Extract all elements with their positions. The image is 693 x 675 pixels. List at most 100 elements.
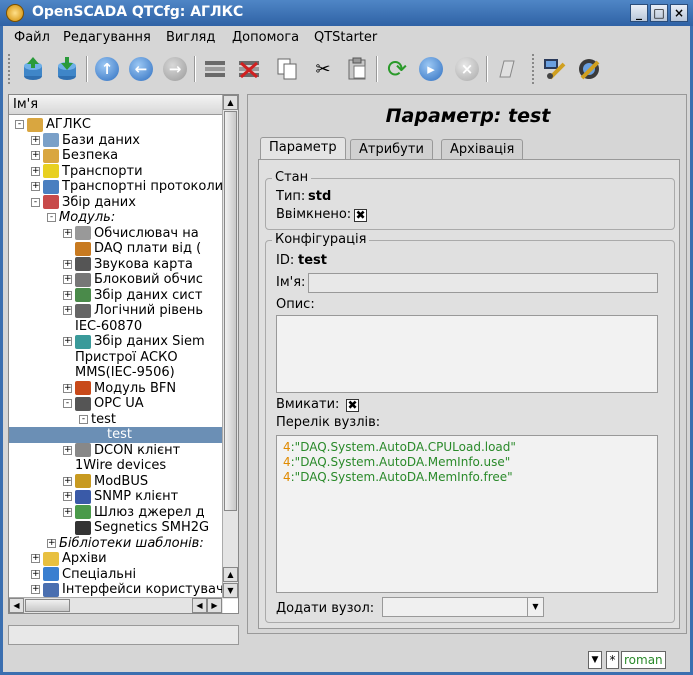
refresh-icon[interactable]: ⟳ — [382, 54, 412, 84]
tab-parameter[interactable]: Параметр — [260, 137, 346, 161]
status-user[interactable]: roman — [621, 651, 666, 669]
collapse-icon[interactable]: - — [31, 197, 40, 207]
tree-item[interactable]: + Обчислювач на — [63, 226, 199, 242]
tree-item[interactable]: Segnetics SMH2G — [63, 520, 209, 536]
tree-item[interactable]: + Бази даних — [31, 133, 140, 149]
tree-item[interactable]: + Звукова карта — [63, 257, 193, 273]
tree-item[interactable]: + SNMP клієнт — [63, 489, 178, 505]
tree-hscroll-thumb[interactable] — [25, 599, 70, 612]
description-textarea[interactable] — [276, 315, 658, 393]
expand-icon[interactable]: + — [31, 569, 40, 579]
enabled-checkbox[interactable]: ✖ — [354, 209, 367, 222]
expand-icon[interactable]: + — [63, 290, 72, 300]
tree-item[interactable]: + Архіви — [31, 551, 107, 567]
tree-item[interactable]: + Спеціальні — [31, 567, 136, 583]
tree-item[interactable]: + DCON клієнт — [63, 443, 180, 459]
item-add-icon[interactable] — [200, 54, 230, 84]
collapse-icon[interactable]: - — [79, 414, 88, 424]
minimize-button[interactable]: _ — [630, 4, 648, 22]
menu-qtstarter[interactable]: QTStarter — [314, 30, 377, 45]
db-load-icon[interactable] — [18, 54, 48, 84]
name-input[interactable] — [308, 273, 658, 293]
tree-item[interactable]: + Збір даних Siem — [63, 334, 205, 350]
expand-icon[interactable]: + — [63, 445, 72, 455]
collapse-icon[interactable]: - — [63, 399, 72, 408]
cut-icon[interactable]: ✂ — [308, 54, 338, 84]
tab-archiving[interactable]: Архівація — [441, 139, 524, 160]
expand-icon[interactable]: + — [31, 151, 40, 160]
collapse-icon[interactable]: - — [47, 213, 56, 222]
nodes-list[interactable]: 4:"DAQ.System.AutoDA.CPULoad.load" 4:"DA… — [276, 435, 658, 593]
node-item[interactable]: 4:"DAQ.System.AutoDA.MemInfo.free" — [283, 470, 513, 484]
chevron-down-icon[interactable]: ▼ — [527, 598, 543, 616]
back-icon[interactable]: ← — [126, 54, 156, 84]
expand-icon[interactable]: + — [63, 259, 72, 269]
maximize-button[interactable]: □ — [650, 4, 668, 22]
item-delete-icon[interactable] — [234, 54, 264, 84]
tree-item[interactable]: + Логічний рівень — [63, 303, 203, 319]
expand-icon[interactable]: + — [47, 538, 56, 548]
enable-checkbox[interactable]: ✖ — [346, 399, 359, 412]
db-save-icon[interactable] — [52, 54, 82, 84]
scroll-left-icon[interactable]: ◀ — [192, 598, 207, 613]
up-icon[interactable]: ↑ — [92, 54, 122, 84]
expand-icon[interactable]: + — [63, 383, 72, 393]
add-node-combobox[interactable]: ▼ — [382, 597, 544, 617]
tree-item[interactable]: - OPC UA — [63, 396, 144, 412]
tree-horizontal-scrollbar[interactable]: ◀ ◀ ▶ — [9, 597, 223, 613]
expand-icon[interactable]: + — [63, 306, 72, 315]
menu-view[interactable]: Вигляд — [166, 30, 215, 45]
node-item[interactable]: 4:"DAQ.System.AutoDA.CPULoad.load" — [283, 440, 516, 454]
stop-icon[interactable]: × — [452, 54, 482, 84]
tree-item[interactable]: + Бібліотеки шаблонів: — [47, 536, 204, 552]
user-icon[interactable] — [540, 54, 570, 84]
settings-icon[interactable] — [574, 54, 604, 84]
tree-item[interactable]: + Блоковий обчис — [63, 272, 203, 288]
toolbar-grip[interactable] — [8, 54, 12, 84]
tree-item[interactable]: MMS(IEC-9506) — [63, 365, 175, 381]
tree-item[interactable]: + Безпека — [31, 148, 118, 164]
scroll-right-icon[interactable]: ▶ — [207, 598, 222, 613]
tree-item[interactable]: - Збір даних — [31, 195, 136, 211]
tree-item[interactable]: DAQ плати від ( — [63, 241, 201, 257]
menu-edit[interactable]: Редагування — [63, 30, 151, 45]
start-icon[interactable]: ▸ — [416, 54, 446, 84]
tree-item[interactable]: + Транспортні протоколи — [31, 179, 223, 195]
tree-item[interactable]: + Модуль BFN — [63, 381, 176, 397]
tree-item[interactable]: - Модуль: — [47, 210, 115, 226]
expand-icon[interactable]: + — [63, 275, 72, 284]
expand-icon[interactable]: + — [63, 337, 72, 346]
tree-item[interactable]: - test — [79, 412, 116, 428]
expand-icon[interactable]: + — [31, 182, 40, 191]
scroll-down-icon[interactable]: ▼ — [223, 583, 238, 598]
tree-item[interactable]: + Інтерфейси користувача — [31, 582, 232, 598]
tree-item[interactable]: + Шлюз джерел д — [63, 505, 205, 521]
expand-icon[interactable]: + — [31, 135, 40, 145]
expand-icon[interactable]: + — [63, 476, 72, 486]
tree-header[interactable]: Ім'я — [9, 95, 223, 115]
tree-vertical-scrollbar[interactable]: ▲ ▲ ▼ — [222, 95, 238, 599]
menu-file[interactable]: Файл — [14, 30, 50, 45]
tree-vscroll-thumb[interactable] — [224, 111, 237, 511]
expand-icon[interactable]: + — [31, 554, 40, 563]
tree-item[interactable]: 1Wire devices — [63, 458, 166, 474]
menu-help[interactable]: Допомога — [232, 30, 299, 45]
expand-icon[interactable]: + — [63, 228, 72, 238]
scroll-up-icon[interactable]: ▲ — [223, 95, 238, 110]
tab-attributes[interactable]: Атрибути — [350, 139, 433, 160]
tree-item[interactable]: test — [9, 427, 223, 443]
tree-item[interactable]: + Транспорти — [31, 164, 143, 180]
toolbar-grip[interactable] — [532, 54, 536, 84]
tree-item[interactable]: IEC-60870 — [63, 319, 142, 335]
expand-icon[interactable]: + — [63, 492, 72, 501]
scroll-up-icon[interactable]: ▲ — [223, 567, 238, 582]
expand-icon[interactable]: + — [31, 166, 40, 176]
status-dropdown-icon[interactable]: ▼ — [588, 651, 602, 669]
info-icon[interactable] — [492, 54, 522, 84]
close-button[interactable]: × — [670, 4, 688, 22]
expand-icon[interactable]: + — [63, 507, 72, 517]
forward-icon[interactable]: → — [160, 54, 190, 84]
tree-item[interactable]: Пристрої АСКО — [63, 350, 178, 366]
paste-icon[interactable] — [342, 54, 372, 84]
tree-item[interactable]: - АГЛКС — [15, 117, 91, 133]
